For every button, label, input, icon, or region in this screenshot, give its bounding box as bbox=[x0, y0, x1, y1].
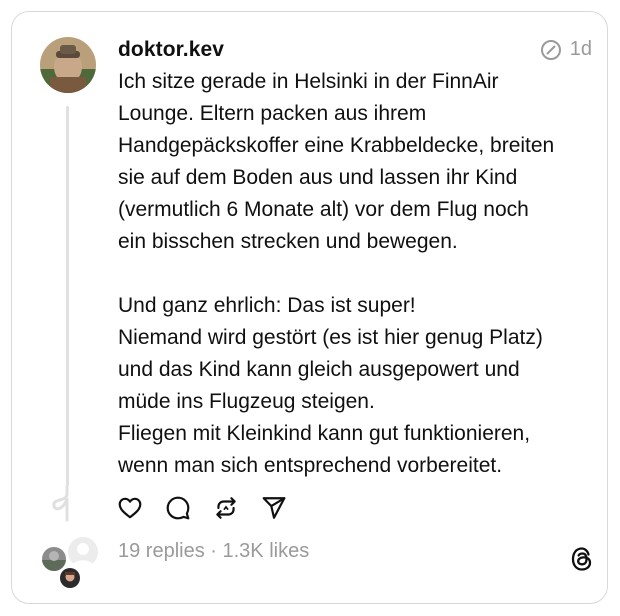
text-line: wenn man sich entsprechend vorbereitet. bbox=[118, 454, 503, 477]
repost-button[interactable] bbox=[212, 494, 240, 522]
post-stats: 19 replies · 1.3K likes bbox=[118, 540, 309, 563]
heart-icon bbox=[118, 497, 142, 519]
edited-clock-icon bbox=[540, 39, 561, 60]
replier-avatar bbox=[58, 566, 82, 590]
text-line: (vermutlich 6 Monate alt) vor dem Flug n… bbox=[118, 198, 529, 221]
author-avatar[interactable] bbox=[40, 37, 96, 93]
paragraph-2: Und ganz ehrlich: Das ist super! Niemand… bbox=[118, 290, 598, 482]
likes-count[interactable]: 1.3K likes bbox=[223, 540, 310, 562]
text-line: Ich sitze gerade in Helsinki in der Finn… bbox=[118, 70, 499, 93]
share-button[interactable] bbox=[260, 494, 288, 522]
replier-avatars[interactable] bbox=[38, 535, 100, 591]
text-line: und das Kind kann gleich ausgepowert und bbox=[118, 358, 520, 381]
paragraph-1: Ich sitze gerade in Helsinki in der Finn… bbox=[118, 66, 598, 258]
post-meta: 1d bbox=[540, 38, 592, 61]
post-time[interactable]: 1d bbox=[570, 38, 592, 61]
text-line: ein bisschen strecken und bewegen. bbox=[118, 230, 458, 253]
replier-avatar-placeholder bbox=[66, 535, 100, 569]
author-username[interactable]: doktor.kev bbox=[118, 38, 224, 62]
stats-separator: · bbox=[204, 540, 223, 562]
text-line: Fliegen mit Kleinkind kann gut funktioni… bbox=[118, 422, 531, 445]
repost-icon bbox=[216, 497, 236, 519]
text-line: müde ins Flugzeug steigen. bbox=[118, 390, 375, 413]
post-text: Ich sitze gerade in Helsinki in der Finn… bbox=[118, 66, 598, 482]
thread-curl-icon bbox=[52, 484, 69, 522]
text-line: sie auf dem Boden aus und lassen ihr Kin… bbox=[118, 166, 518, 189]
like-button[interactable] bbox=[116, 494, 144, 522]
reply-button[interactable] bbox=[164, 494, 192, 522]
text-line: Lounge. Eltern packen aus ihrem bbox=[118, 102, 427, 125]
send-icon bbox=[262, 497, 286, 519]
replies-count[interactable]: 19 replies bbox=[118, 540, 205, 562]
threads-logo-icon[interactable] bbox=[568, 545, 596, 573]
thread-line bbox=[66, 106, 69, 486]
comment-icon bbox=[166, 496, 190, 520]
text-line: Handgepäckskoffer eine Krabbeldecke, bre… bbox=[118, 134, 555, 157]
text-line: Niemand wird gestört (es ist hier genug … bbox=[118, 326, 543, 349]
action-bar bbox=[116, 494, 288, 522]
text-line: Und ganz ehrlich: Das ist super! bbox=[118, 294, 416, 317]
